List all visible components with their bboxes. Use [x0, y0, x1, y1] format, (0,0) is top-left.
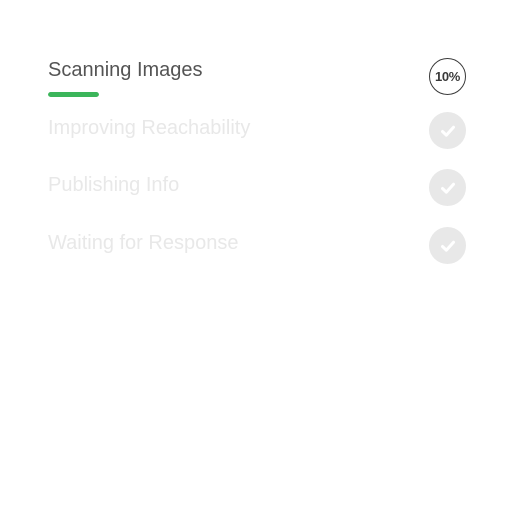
check-circle-icon — [429, 227, 466, 264]
step-list: Scanning Images 10% Improving Reachabili… — [0, 0, 514, 514]
step-waiting-for-response: Waiting for Response — [48, 227, 468, 275]
checkmark-icon — [440, 240, 455, 252]
step-label: Improving Reachability — [48, 117, 251, 139]
progress-percent-badge: 10% — [429, 58, 466, 95]
step-publishing-info: Publishing Info — [48, 169, 468, 217]
step-scanning-images: Scanning Images 10% — [48, 58, 468, 102]
step-label: Publishing Info — [48, 174, 180, 196]
check-circle-icon — [429, 169, 466, 206]
progress-percent-text: 10% — [434, 69, 461, 84]
step-improving-reachability: Improving Reachability — [48, 112, 468, 160]
progress-bar — [48, 92, 99, 97]
step-label: Scanning Images — [48, 59, 203, 81]
progress-bar-fill — [48, 92, 99, 97]
checkmark-icon — [440, 182, 455, 194]
checkmark-icon — [440, 125, 455, 137]
check-circle-icon — [429, 112, 466, 149]
step-label: Waiting for Response — [48, 232, 239, 254]
